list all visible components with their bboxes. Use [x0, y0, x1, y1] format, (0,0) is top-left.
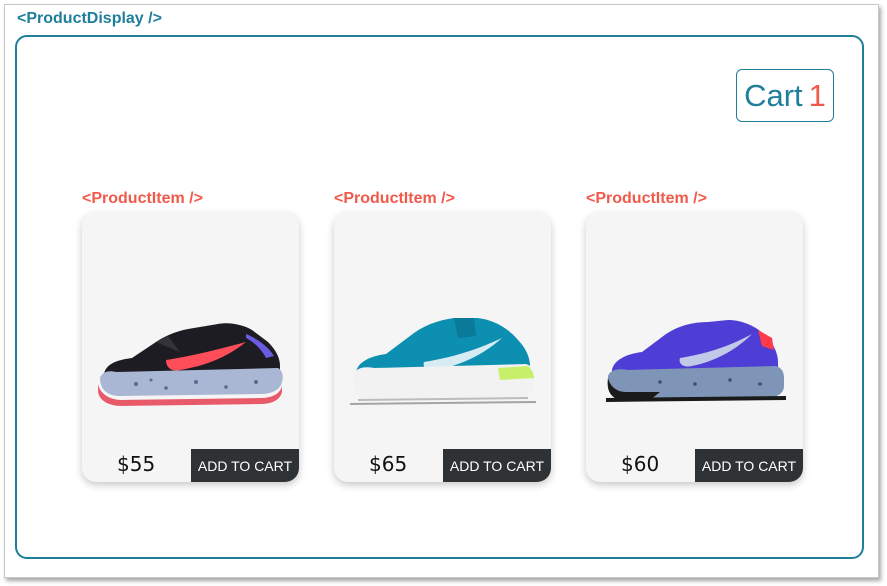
- product-price: $65: [369, 452, 408, 476]
- cart-count: 1: [808, 78, 826, 113]
- add-to-cart-button[interactable]: ADD TO CART: [191, 449, 299, 482]
- trail-running-shoe-black-red-icon: [98, 323, 283, 406]
- add-to-cart-button[interactable]: ADD TO CART: [443, 449, 551, 482]
- product-item-label: <ProductItem />: [334, 190, 455, 207]
- product-price: $60: [621, 452, 660, 476]
- product-card: $60 ADD TO CART: [586, 212, 803, 482]
- product-price: $55: [117, 452, 156, 476]
- product-card: $65 ADD TO CART: [334, 212, 551, 482]
- cart-widget[interactable]: Cart 1: [736, 69, 834, 122]
- product-display-label: <ProductDisplay />: [17, 10, 162, 27]
- product-item-label: <ProductItem />: [586, 190, 707, 207]
- trail-running-shoe-purple-icon: [605, 320, 787, 402]
- add-to-cart-button[interactable]: ADD TO CART: [695, 449, 803, 482]
- running-shoe-teal-icon: [349, 318, 537, 405]
- product-card: $55 ADD TO CART: [82, 212, 299, 482]
- cart-label: Cart: [744, 78, 803, 113]
- product-item-label: <ProductItem />: [82, 190, 203, 207]
